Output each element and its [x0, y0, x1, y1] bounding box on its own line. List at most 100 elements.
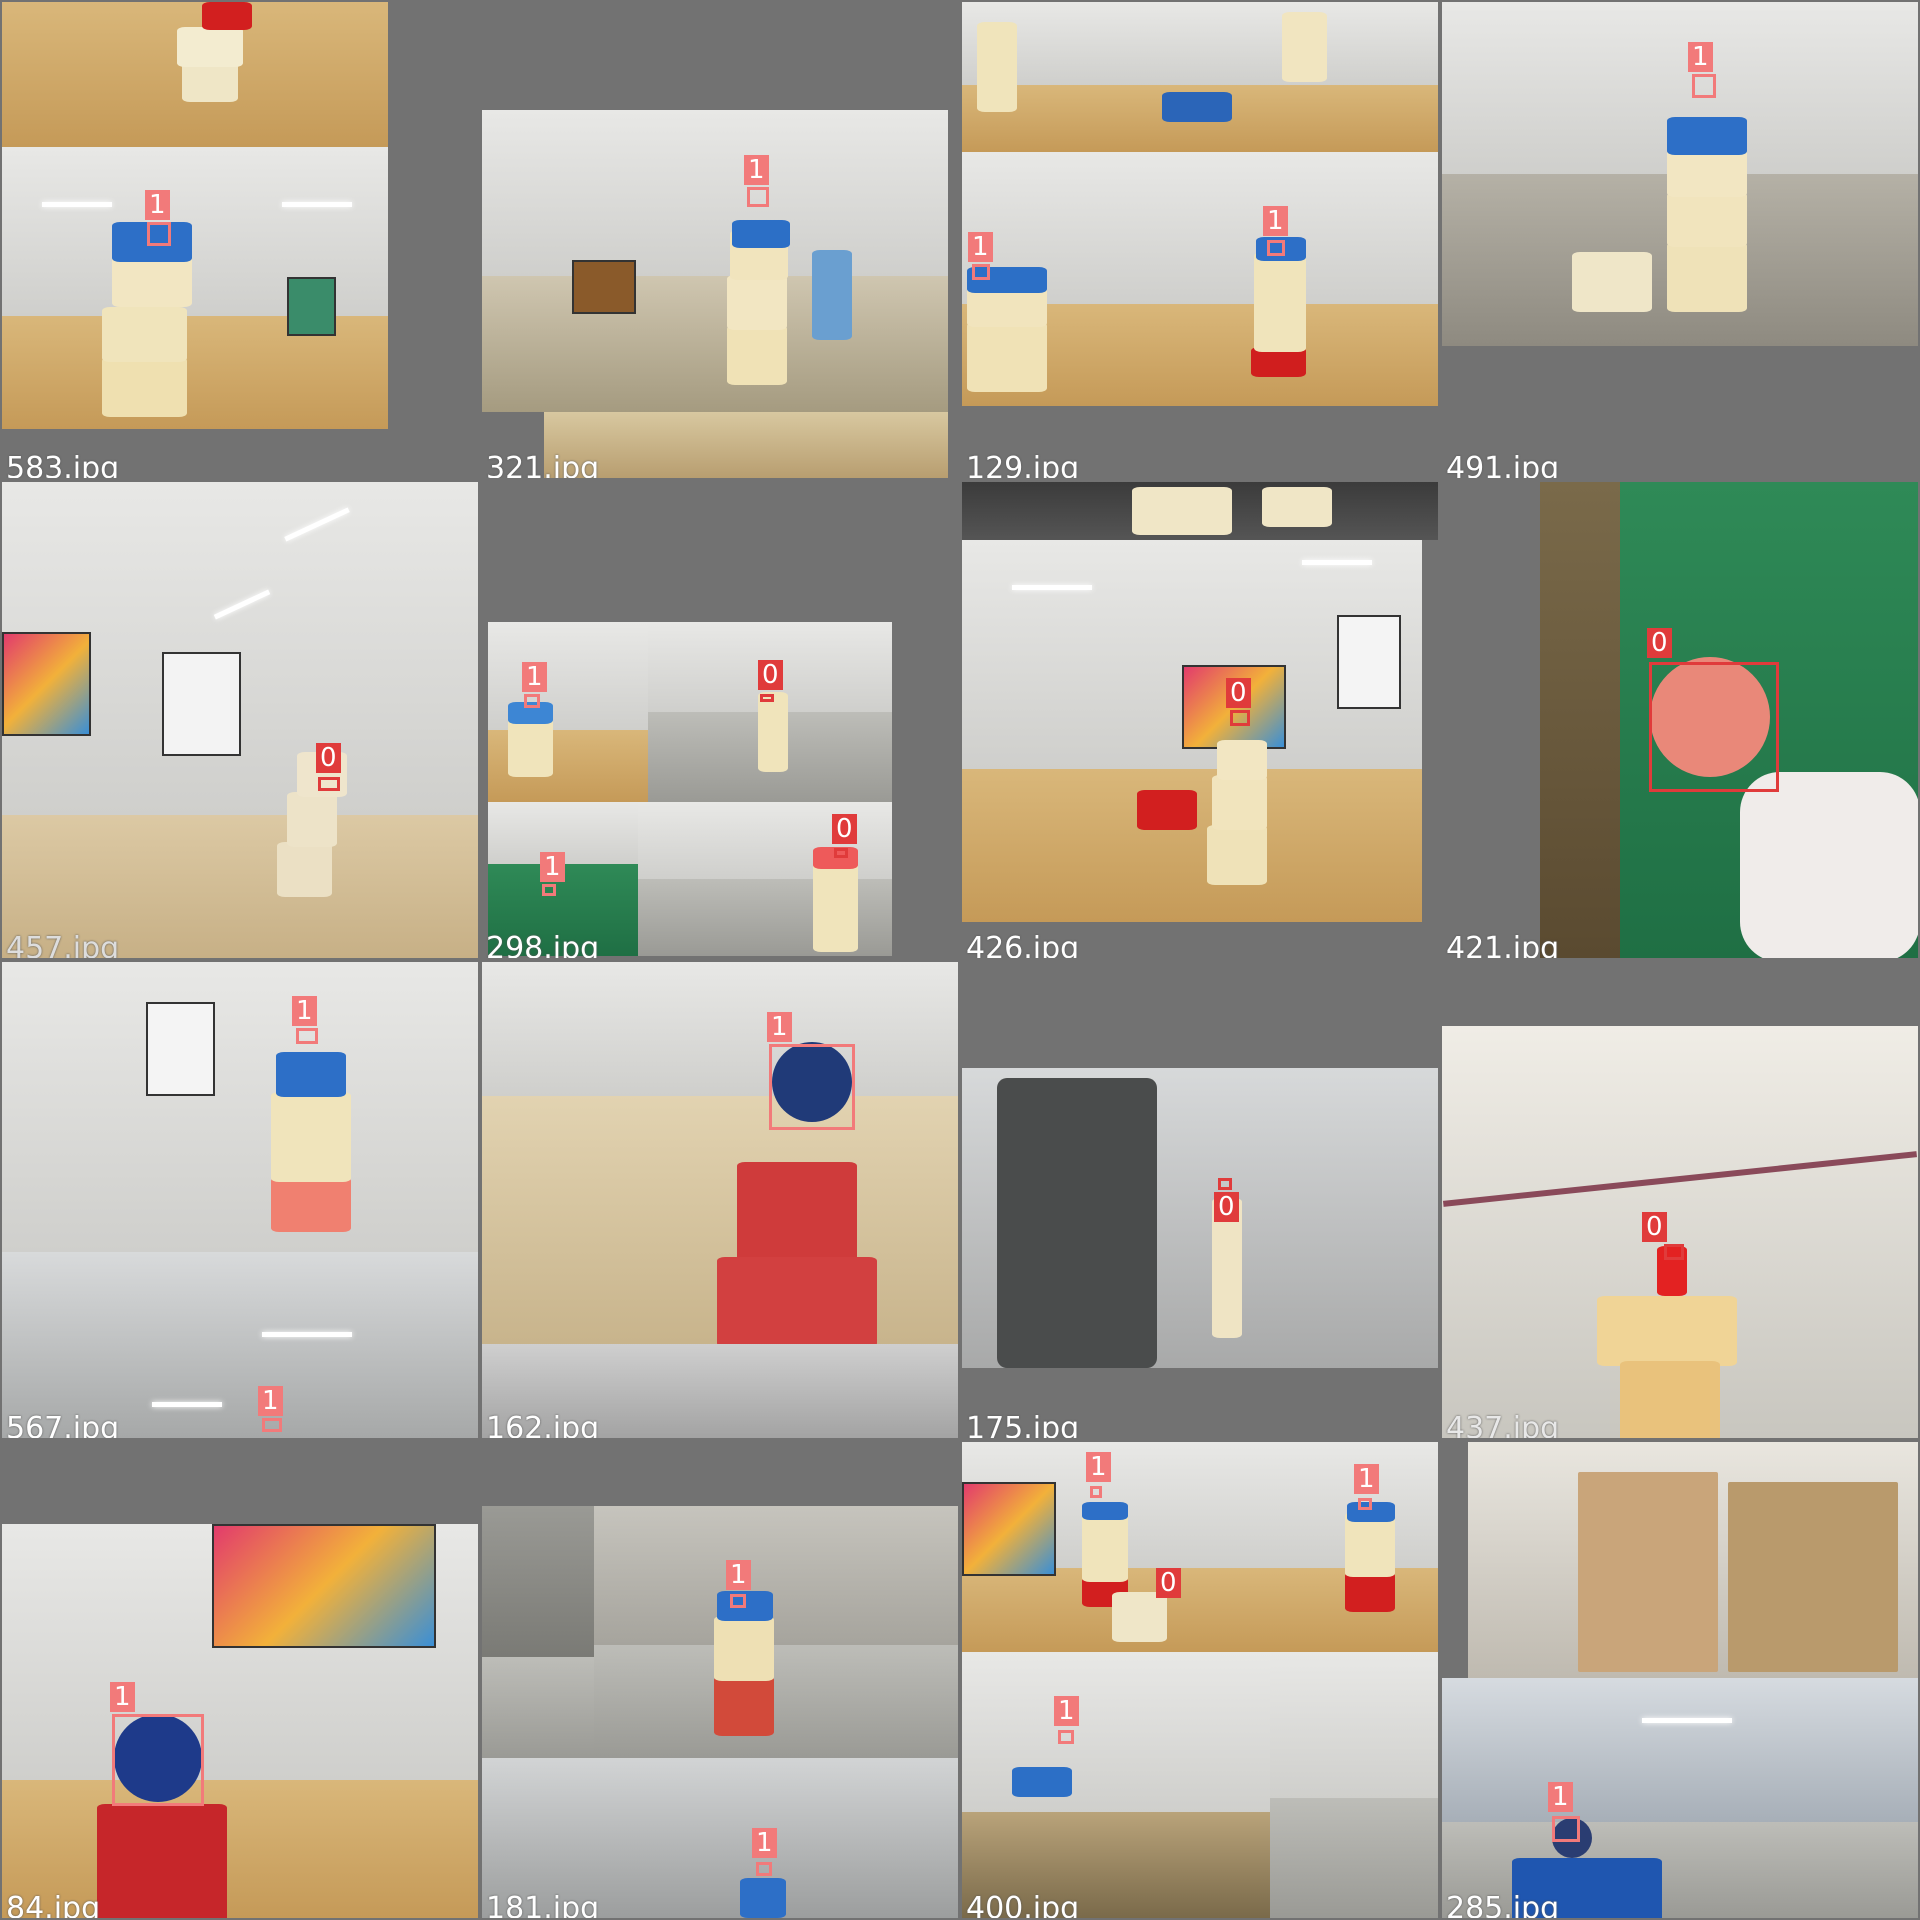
tile-421[interactable]: 0 421.jpg — [1442, 482, 1918, 958]
bounding-box — [972, 264, 990, 280]
filename-label: 421.jpg — [1446, 931, 1560, 958]
bounding-box — [296, 1028, 318, 1044]
photo — [962, 1442, 1270, 1652]
bounding-box — [760, 694, 774, 702]
photo — [488, 622, 648, 802]
class-label: 0 — [832, 814, 857, 844]
class-label: 1 — [522, 662, 547, 692]
class-label: 1 — [145, 190, 170, 220]
filename-label: 162.jpg — [486, 1411, 600, 1438]
class-label: 1 — [1354, 1464, 1379, 1494]
tile-285[interactable]: 1 285.jpg — [1442, 1442, 1918, 1918]
tile-400[interactable]: 1 0 1 1 400.jpg — [962, 1442, 1438, 1918]
tile-298[interactable]: 1 0 0 1 298.jpg — [482, 482, 958, 958]
photo — [962, 482, 1438, 540]
filename-label: 298.jpg — [486, 931, 600, 958]
photo — [962, 540, 1422, 922]
photo — [648, 622, 892, 802]
class-label: 1 — [767, 1012, 792, 1042]
class-label: 1 — [726, 1560, 751, 1590]
class-label: 1 — [110, 1682, 135, 1712]
photo — [1270, 1652, 1438, 1918]
class-label: 1 — [258, 1386, 283, 1416]
bounding-box — [524, 694, 540, 708]
bounding-box — [112, 1714, 204, 1806]
bounding-box — [769, 1044, 855, 1130]
tile-175[interactable]: 0 175.jpg — [962, 962, 1438, 1438]
tile-567[interactable]: 1 1 567.jpg — [2, 962, 478, 1438]
tile-491[interactable]: 1 491.jpg — [1442, 2, 1918, 478]
class-label: 1 — [968, 232, 993, 262]
filename-label: 426.jpg — [966, 931, 1080, 958]
class-label: 1 — [1548, 1782, 1573, 1812]
photo — [544, 412, 948, 478]
class-label: 0 — [1156, 1568, 1181, 1598]
tile-181[interactable]: 1 1 181.jpg — [482, 1442, 958, 1918]
filename-label: 321.jpg — [486, 451, 600, 478]
photo — [2, 2, 388, 147]
tile-321[interactable]: 1 321.jpg — [482, 2, 958, 478]
class-label: 1 — [1054, 1696, 1079, 1726]
bounding-box — [318, 777, 340, 791]
bounding-box — [1358, 1498, 1372, 1510]
filename-label: 437.jpg — [1446, 1411, 1560, 1438]
bounding-box — [1649, 662, 1779, 792]
class-label: 0 — [1642, 1212, 1667, 1242]
photo — [1442, 1026, 1918, 1438]
bounding-box — [1090, 1486, 1102, 1498]
bounding-box — [147, 222, 171, 246]
bounding-box — [1218, 1178, 1232, 1190]
tile-437[interactable]: 0 437.jpg — [1442, 962, 1918, 1438]
photo — [2, 147, 388, 429]
bounding-box — [1692, 74, 1716, 98]
photo — [1166, 152, 1438, 406]
tile-84[interactable]: 1 84.jpg — [2, 1442, 478, 1918]
class-label: 1 — [744, 155, 769, 185]
tile-583[interactable]: 1 583.jpg — [2, 2, 478, 478]
bounding-box — [542, 884, 556, 896]
mosaic-grid: 1 583.jpg 1 321.jpg 1 1 129.jpg 1 491.jp… — [0, 0, 1920, 1920]
filename-label: 285.jpg — [1446, 1891, 1560, 1918]
photo — [482, 1506, 594, 1758]
photo — [962, 1652, 1270, 1918]
tile-457[interactable]: 0 457.jpg — [2, 482, 478, 958]
photo — [2, 962, 86, 1252]
photo — [962, 152, 1166, 406]
class-label: 1 — [1688, 42, 1713, 72]
class-label: 1 — [1263, 206, 1288, 236]
filename-label: 175.jpg — [966, 1411, 1080, 1438]
filename-label: 84.jpg — [6, 1891, 101, 1918]
tile-162[interactable]: 1 162.jpg — [482, 962, 958, 1438]
bounding-box — [747, 187, 769, 207]
class-label: 1 — [540, 852, 565, 882]
bounding-box — [262, 1418, 282, 1432]
photo — [962, 1068, 1438, 1368]
photo — [482, 962, 958, 1344]
class-label: 0 — [1647, 628, 1672, 658]
photo — [962, 2, 1438, 152]
tile-129[interactable]: 1 1 129.jpg — [962, 2, 1438, 478]
class-label: 1 — [1086, 1452, 1111, 1482]
filename-label: 457.jpg — [6, 931, 120, 958]
filename-label: 129.jpg — [966, 451, 1080, 478]
photo — [1468, 1442, 1918, 1678]
filename-label: 583.jpg — [6, 451, 120, 478]
class-label: 1 — [752, 1828, 777, 1858]
bounding-box — [834, 848, 848, 858]
class-label: 0 — [1214, 1192, 1239, 1222]
bounding-box — [756, 1862, 772, 1876]
bounding-box — [1267, 240, 1285, 256]
tile-426[interactable]: 0 426.jpg — [962, 482, 1438, 958]
class-label: 0 — [758, 660, 783, 690]
photo — [86, 962, 478, 1252]
filename-label: 181.jpg — [486, 1891, 600, 1918]
class-label: 0 — [316, 743, 341, 773]
filename-label: 491.jpg — [1446, 451, 1560, 478]
bounding-box — [1552, 1816, 1580, 1842]
bounding-box — [730, 1594, 746, 1608]
bounding-box — [1058, 1730, 1074, 1744]
photo — [2, 482, 478, 958]
bounding-box — [1664, 1244, 1684, 1260]
photo — [1442, 2, 1918, 346]
bounding-box — [1230, 710, 1250, 726]
